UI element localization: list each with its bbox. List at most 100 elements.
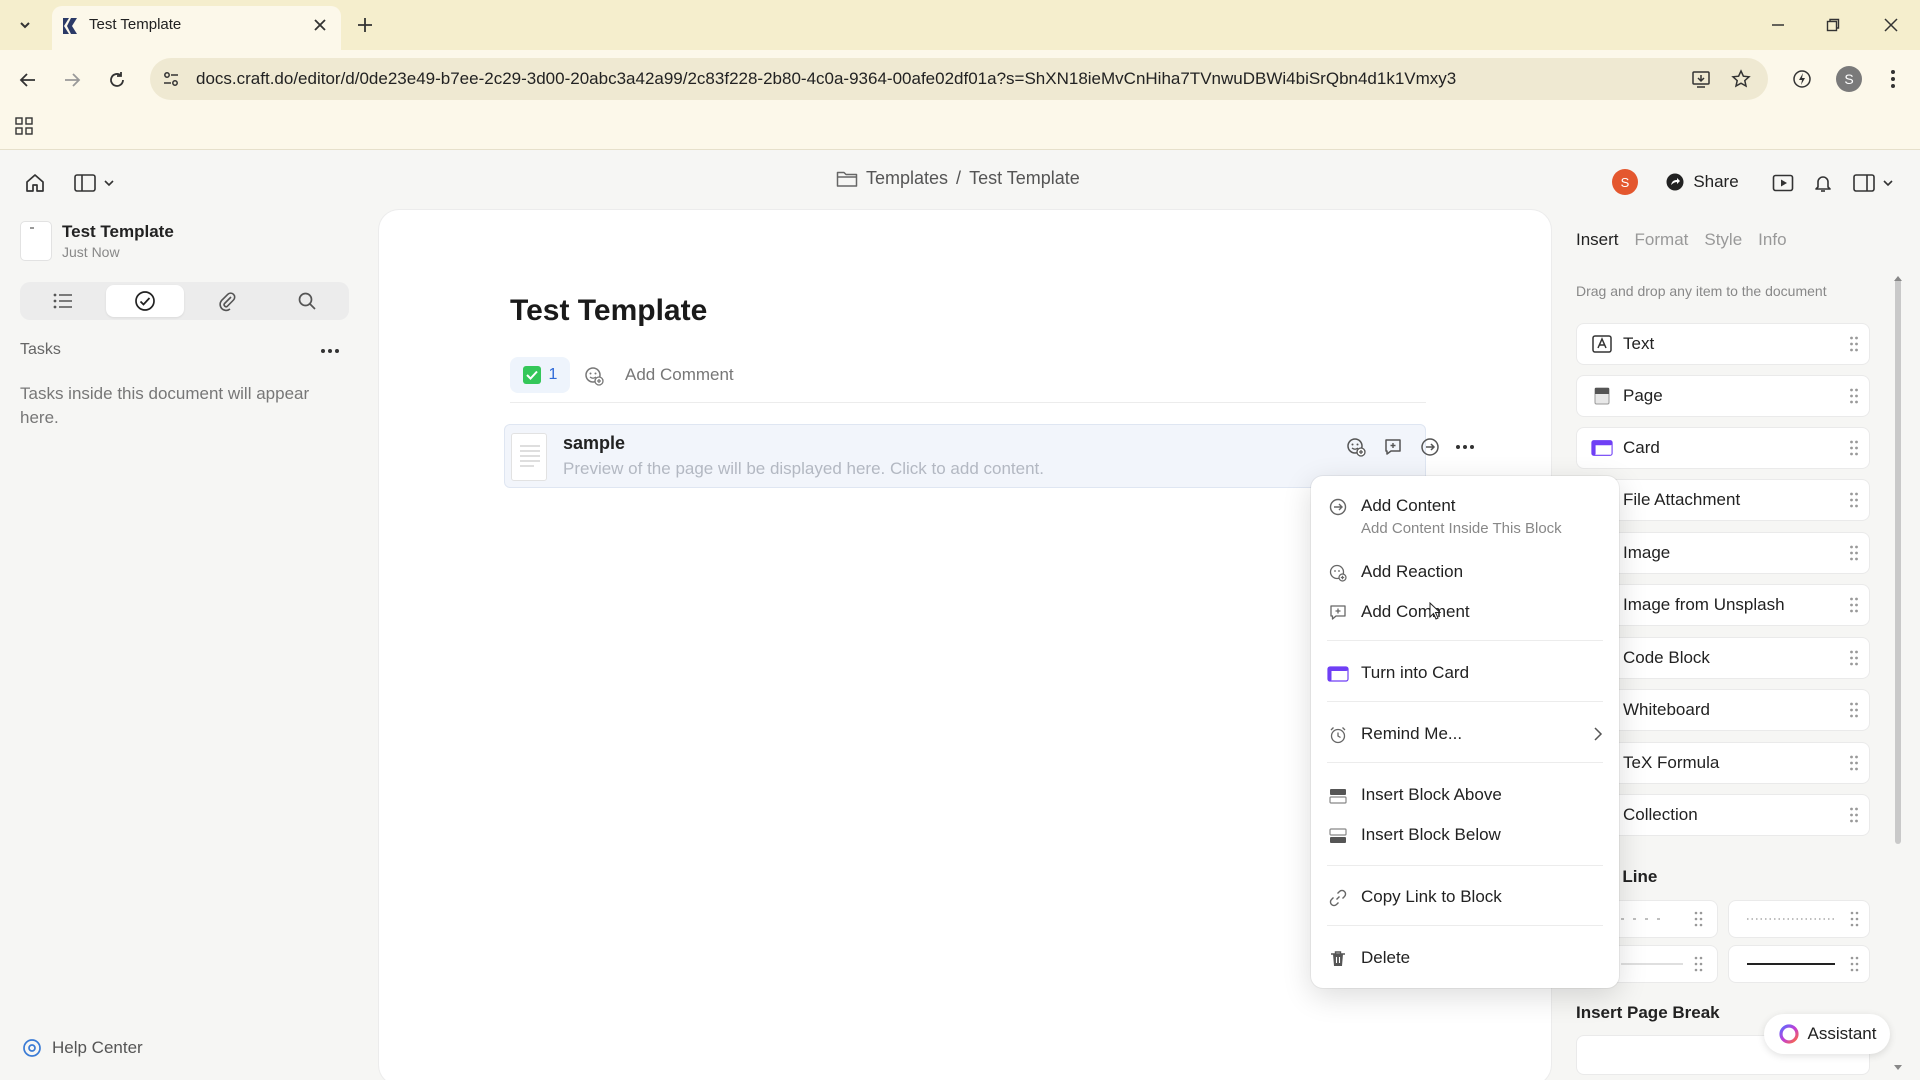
site-info-icon[interactable]: [160, 68, 182, 90]
line-style-dotted[interactable]: [1728, 900, 1870, 938]
search-tab[interactable]: [268, 285, 346, 317]
tab-search-chevron-icon[interactable]: [12, 12, 38, 38]
page-block-title[interactable]: sample: [563, 433, 625, 454]
menu-insert-below[interactable]: Insert Block Below: [1327, 825, 1603, 847]
help-center-link[interactable]: Help Center: [22, 1038, 143, 1058]
insert-item-tex-formula[interactable]: TeX Formula: [1576, 742, 1870, 784]
bookmark-star-icon[interactable]: [1728, 66, 1754, 92]
document-title[interactable]: Test Template: [510, 294, 707, 328]
drag-handle-icon[interactable]: [1849, 597, 1859, 613]
page-block-preview: Preview of the page will be displayed he…: [563, 459, 1044, 478]
block-more-icon[interactable]: [1453, 435, 1477, 459]
collaborator-avatar[interactable]: S: [1612, 169, 1638, 195]
menu-add-reaction[interactable]: Add Reaction: [1327, 562, 1603, 584]
menu-delete[interactable]: Delete: [1327, 948, 1603, 970]
block-comment-icon[interactable]: [1381, 435, 1405, 459]
scroll-down-arrow-icon[interactable]: [1893, 1064, 1903, 1074]
menu-add-reaction-label: Add Reaction: [1361, 562, 1464, 581]
apps-grid-icon[interactable]: [12, 114, 36, 138]
assistant-ring-icon: [1778, 1023, 1800, 1045]
menu-turn-into-card[interactable]: Turn into Card: [1327, 663, 1603, 685]
menu-insert-above[interactable]: Insert Block Above: [1327, 785, 1603, 807]
close-window-icon[interactable]: [1877, 12, 1905, 38]
outline-tab[interactable]: [24, 285, 102, 317]
drag-handle-icon[interactable]: [1849, 755, 1859, 771]
title-divider: [510, 402, 1426, 403]
new-tab-plus-icon[interactable]: [352, 12, 378, 38]
tab-info[interactable]: Info: [1758, 230, 1786, 250]
insert-item-page[interactable]: Page: [1576, 375, 1870, 417]
mouse-cursor-icon: [1429, 602, 1441, 620]
block-context-menu: Add Content Add Content Inside This Bloc…: [1311, 476, 1619, 988]
share-button[interactable]: Share: [1652, 164, 1752, 200]
assistant-button[interactable]: Assistant: [1764, 1014, 1890, 1054]
share-icon: [1665, 172, 1685, 192]
install-app-icon[interactable]: [1688, 66, 1714, 92]
menu-copy-link[interactable]: Copy Link to Block: [1327, 887, 1603, 909]
line-style-solid[interactable]: [1728, 945, 1870, 983]
drag-handle-icon[interactable]: [1849, 336, 1859, 352]
drag-handle-icon[interactable]: [1849, 388, 1859, 404]
menu-add-content-subtitle: Add Content Inside This Block: [1361, 520, 1562, 537]
tab-close-icon[interactable]: [308, 13, 332, 37]
panel-scrollbar-thumb[interactable]: [1895, 278, 1901, 844]
insert-below-icon: [1327, 825, 1349, 847]
alarm-clock-icon: [1327, 724, 1349, 746]
insert-item-text[interactable]: Text: [1576, 323, 1870, 365]
drag-handle-icon[interactable]: [1849, 650, 1859, 666]
block-reaction-icon[interactable]: [1344, 435, 1368, 459]
tab-style[interactable]: Style: [1704, 230, 1742, 250]
drag-handle-icon[interactable]: [1849, 807, 1859, 823]
profile-avatar[interactable]: S: [1836, 66, 1862, 92]
task-count-badge[interactable]: 1: [510, 357, 570, 393]
menu-remind-me[interactable]: Remind Me...: [1327, 724, 1603, 746]
drag-handle-icon[interactable]: [1849, 545, 1859, 561]
tasks-more-icon[interactable]: [318, 340, 342, 362]
attachments-tab[interactable]: [188, 285, 266, 317]
drag-handle-icon[interactable]: [1849, 492, 1859, 508]
sidebar-doc-title[interactable]: Test Template: [62, 222, 174, 242]
checkbox-checked-icon: [522, 366, 541, 384]
notifications-bell-icon[interactable]: [1808, 168, 1838, 198]
share-label: Share: [1693, 172, 1739, 191]
tab-insert[interactable]: Insert: [1576, 230, 1619, 250]
card-icon: [1591, 437, 1613, 459]
back-icon[interactable]: [14, 66, 42, 94]
restore-icon[interactable]: [1819, 12, 1847, 38]
forward-icon[interactable]: [58, 66, 86, 94]
url-text[interactable]: docs.craft.do/editor/d/0de23e49-b7ee-2c2…: [196, 69, 1456, 89]
insert-item-collection-label: Collection: [1623, 805, 1698, 824]
add-comment-link[interactable]: Add Comment: [625, 365, 734, 385]
insert-item-card[interactable]: Card: [1576, 427, 1870, 469]
sidebar-doc-time: Just Now: [62, 244, 120, 260]
browser-menu-icon[interactable]: [1880, 66, 1906, 92]
block-link-arrow-icon[interactable]: [1418, 435, 1442, 459]
breadcrumb-separator: /: [956, 168, 962, 188]
extensions-icon[interactable]: [1789, 66, 1815, 92]
page-break-title: Insert Page Break: [1576, 1003, 1720, 1022]
drag-handle-icon[interactable]: [1849, 702, 1859, 718]
insert-item-image[interactable]: Image: [1576, 532, 1870, 574]
scroll-up-arrow-icon[interactable]: [1893, 274, 1903, 284]
tab-format[interactable]: Format: [1635, 230, 1689, 250]
menu-add-comment[interactable]: Add Comment: [1327, 602, 1603, 624]
breadcrumb-folder[interactable]: Templates: [866, 168, 948, 189]
present-icon[interactable]: [1768, 168, 1798, 198]
page-block-thumbnail: [511, 433, 547, 481]
minimize-icon[interactable]: [1764, 12, 1792, 38]
tasks-tab[interactable]: [106, 285, 184, 317]
insert-item-whiteboard[interactable]: Whiteboard: [1576, 689, 1870, 731]
add-reaction-icon[interactable]: [582, 364, 606, 388]
insert-item-unsplash[interactable]: Image from Unsplash: [1576, 584, 1870, 626]
insert-item-file-attachment[interactable]: File Attachment: [1576, 479, 1870, 521]
insert-item-code-block[interactable]: Code Block: [1576, 637, 1870, 679]
menu-add-content[interactable]: Add Content Add Content Inside This Bloc…: [1327, 496, 1603, 537]
doc-thumbnail[interactable]: [20, 221, 52, 261]
comment-icon: [1327, 602, 1349, 624]
drag-handle-icon[interactable]: [1849, 440, 1859, 456]
right-panel-toggle-icon[interactable]: [1850, 168, 1898, 198]
insert-item-collection[interactable]: Collection: [1576, 794, 1870, 836]
reload-icon[interactable]: [103, 66, 131, 94]
breadcrumb-doc[interactable]: Test Template: [969, 168, 1080, 189]
bookmarks-bar: [0, 100, 1920, 150]
